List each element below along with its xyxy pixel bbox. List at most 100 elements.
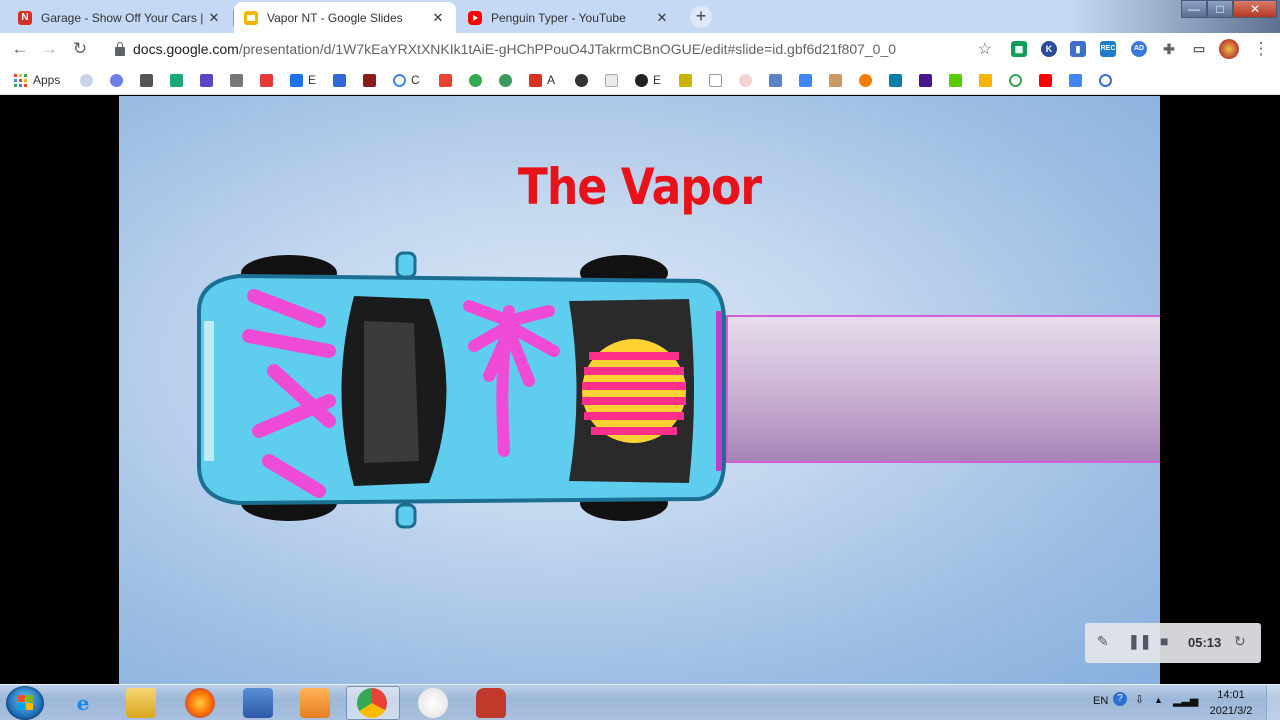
bookmark-orange[interactable] <box>859 72 877 88</box>
bookmark-cloud[interactable] <box>80 72 98 88</box>
clock-time: 14:01 <box>1217 689 1245 701</box>
bookmark-play[interactable] <box>469 72 487 88</box>
bookmark-lines[interactable] <box>230 72 248 88</box>
system-clock[interactable]: 14:01 2021/3/2 <box>1200 687 1262 719</box>
tab-strip: N Garage - Show Off Your Cars | ✕ Vapor … <box>0 0 1280 33</box>
bookmark-kahoot[interactable] <box>919 72 937 88</box>
bookmark-c[interactable] <box>333 72 351 88</box>
pen-icon[interactable]: ✎ <box>1097 633 1109 650</box>
forward-arrow-icon[interactable]: → <box>38 38 60 60</box>
bookmark-slides[interactable] <box>979 72 997 88</box>
bookmark-gmail-a[interactable]: A <box>529 72 555 88</box>
close-icon[interactable]: ✕ <box>430 10 446 26</box>
bookmarks-bar: Apps E C A E <box>0 65 1280 95</box>
bookmark-hex[interactable] <box>170 72 188 88</box>
screen-recorder-panel: ✎ ❚❚ ■ 05:13 ↻ <box>1085 623 1261 663</box>
bookmark-globe-e[interactable]: E <box>635 72 661 88</box>
bookmark-flask[interactable] <box>769 72 787 88</box>
tab-penguin-typer[interactable]: Penguin Typer - YouTube ✕ <box>458 2 680 33</box>
close-icon[interactable]: ✕ <box>206 10 222 26</box>
tab-vapor-slides[interactable]: Vapor NT - Google Slides ✕ <box>234 2 456 33</box>
ad-extension-icon[interactable]: AD <box>1131 41 1147 57</box>
media-player-icon[interactable] <box>300 688 330 718</box>
recording-time: 05:13 <box>1188 635 1222 650</box>
tab-garage[interactable]: N Garage - Show Off Your Cars | ✕ <box>8 2 232 33</box>
bookmark-yellow[interactable] <box>679 72 697 88</box>
bookmark-google-c[interactable]: C <box>393 72 420 88</box>
help-icon[interactable]: ? <box>1113 692 1127 706</box>
reader-extension-icon[interactable]: ▮ <box>1070 41 1086 57</box>
bookmark-list[interactable] <box>140 72 158 88</box>
cast-icon[interactable]: ▭ <box>1191 41 1207 57</box>
maximize-button[interactable]: □ <box>1207 0 1233 18</box>
pinwheel-icon <box>499 73 512 87</box>
bookmark-youtube[interactable] <box>1039 72 1057 88</box>
show-desktop-button[interactable] <box>1266 685 1280 720</box>
q-icon <box>1099 73 1112 87</box>
youtube-icon <box>1039 73 1052 87</box>
bookmark-docs[interactable] <box>1069 72 1087 88</box>
network-computer-icon[interactable] <box>243 688 273 718</box>
swirl-icon <box>575 73 588 87</box>
bookmark-q[interactable] <box>1099 72 1117 88</box>
bookmark-swirl[interactable] <box>575 72 593 88</box>
restart-icon[interactable]: ↻ <box>1234 633 1246 650</box>
bookmark-star-icon[interactable]: ☆ <box>978 39 992 59</box>
screen: N Garage - Show Off Your Cars | ✕ Vapor … <box>0 0 1280 720</box>
firefox-icon[interactable] <box>185 688 215 718</box>
pause-icon[interactable]: ❚❚ <box>1128 633 1151 650</box>
k-extension-icon[interactable]: K <box>1041 41 1057 57</box>
chrome-icon[interactable] <box>357 688 387 718</box>
bookmark-spark[interactable] <box>110 72 128 88</box>
slide-canvas[interactable]: The Vapor <box>119 96 1160 684</box>
bookmark-x[interactable] <box>200 72 218 88</box>
minimize-button[interactable]: — <box>1181 0 1207 18</box>
cloud-icon <box>80 73 93 87</box>
bookmark-gmail[interactable] <box>439 72 457 88</box>
sheets-extension-icon[interactable]: ▦ <box>1011 41 1027 57</box>
bookmark-pinwheel[interactable] <box>499 72 517 88</box>
internet-explorer-icon[interactable]: e <box>68 688 98 718</box>
spark-icon <box>110 73 123 87</box>
back-arrow-icon[interactable]: ← <box>9 38 31 60</box>
n-icon: N <box>18 10 32 25</box>
browser-toolbar: ← → ↻ docs.google.com/presentation/d/1W7… <box>0 33 1280 65</box>
presentation-viewport: The Vapor ✎ ❚❚ ■ 05:13 ↻ <box>0 96 1280 684</box>
windows-taskbar: e EN ? ⇩ ▲ ▂▃▅ 14:01 2021/3/2 <box>0 684 1280 720</box>
bookmark-cube[interactable] <box>889 72 907 88</box>
language-indicator[interactable]: EN <box>1093 695 1108 707</box>
rec-extension-icon[interactable]: REC <box>1100 41 1116 57</box>
bookmark-badge[interactable] <box>739 72 757 88</box>
tray-expand-icon[interactable]: ▲ <box>1154 695 1163 705</box>
slide-title: The Vapor <box>517 158 762 216</box>
bookmark-chart[interactable] <box>709 72 727 88</box>
puzzle-extensions-icon[interactable]: ✚ <box>1161 41 1177 57</box>
menu-kebab-icon[interactable]: ⋮ <box>1250 38 1272 60</box>
network-signal-icon[interactable]: ▂▃▅ <box>1173 694 1198 707</box>
among-us-icon[interactable] <box>476 688 506 718</box>
start-button[interactable] <box>6 686 44 720</box>
globe-icon <box>635 73 648 87</box>
bookmark-w[interactable] <box>260 72 278 88</box>
bookmark-grid[interactable] <box>829 72 847 88</box>
bookmark-google[interactable] <box>1009 72 1027 88</box>
file-explorer-icon[interactable] <box>126 688 156 718</box>
snipping-tool-icon[interactable] <box>418 688 448 718</box>
bookmark-doc[interactable] <box>605 72 623 88</box>
reload-icon[interactable]: ↻ <box>69 38 91 60</box>
bookmark-e-1[interactable]: E <box>290 72 316 88</box>
profile-avatar[interactable] <box>1219 39 1239 59</box>
close-window-button[interactable]: ✕ <box>1233 0 1277 18</box>
new-tab-button[interactable]: + <box>690 6 712 28</box>
close-icon[interactable]: ✕ <box>654 10 670 26</box>
bookmark-red[interactable] <box>363 72 381 88</box>
yellow-square-icon <box>679 73 692 87</box>
translate-icon <box>799 73 812 87</box>
bookmark-translate[interactable] <box>799 72 817 88</box>
address-bar[interactable]: docs.google.com/presentation/d/1W7kEaYRX… <box>104 37 1000 61</box>
apps-shortcut[interactable]: Apps <box>14 72 60 88</box>
bookmark-label: E <box>308 73 317 87</box>
input-method-icon[interactable]: ⇩ <box>1135 693 1144 706</box>
bookmark-owl[interactable] <box>949 72 967 88</box>
stop-icon[interactable]: ■ <box>1160 633 1168 649</box>
